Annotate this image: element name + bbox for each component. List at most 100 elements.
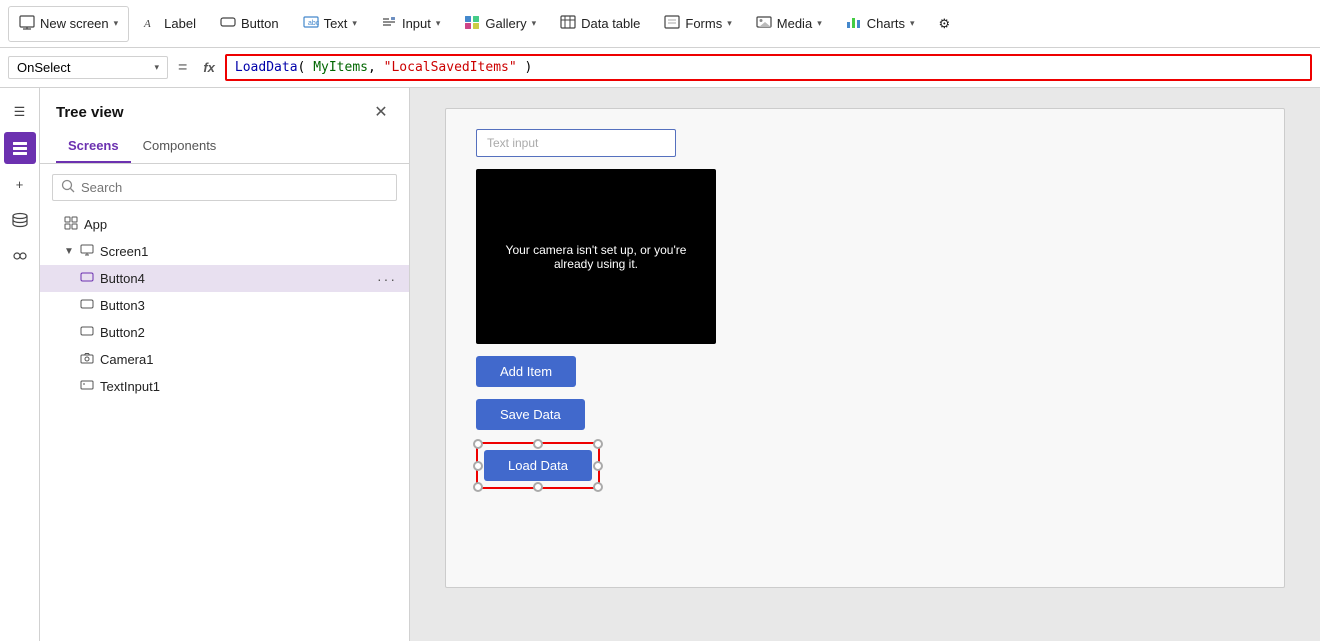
resize-handle-bm[interactable]: [533, 482, 543, 492]
label-button[interactable]: A Label: [133, 6, 206, 42]
search-input[interactable]: [81, 180, 388, 195]
formula-func-name: LoadData: [235, 60, 298, 75]
tree-item-button3[interactable]: Button3: [40, 292, 409, 319]
tree-item-screen1-label: Screen1: [100, 244, 397, 259]
canvas-text-input[interactable]: Text input: [476, 129, 676, 157]
resize-handle-ml[interactable]: [473, 461, 483, 471]
button-icon: [220, 14, 236, 33]
resize-handle-tm[interactable]: [533, 439, 543, 449]
gallery-icon: [464, 14, 480, 33]
forms-button[interactable]: Forms ▾: [654, 6, 741, 42]
canvas-camera-message: Your camera isn't set up, or you're alre…: [476, 243, 716, 271]
resize-handle-mr[interactable]: [593, 461, 603, 471]
input-button[interactable]: Input ▾: [371, 6, 450, 42]
save-data-button[interactable]: Save Data: [476, 399, 585, 430]
tree-search-container: [52, 174, 397, 201]
sidebar-icon-layers[interactable]: [4, 132, 36, 164]
tree-item-button3-label: Button3: [100, 298, 397, 313]
camera-icon: [80, 351, 94, 368]
formula-fx-label: fx: [197, 60, 221, 75]
tree-items: App ▼ Screen1 Button4 ···: [40, 211, 409, 641]
media-chevron: ▾: [817, 18, 822, 29]
data-table-icon: [560, 14, 576, 33]
button-label: Button: [241, 16, 279, 31]
new-screen-label: New screen: [40, 16, 109, 31]
tree-item-textinput1-label: TextInput1: [100, 379, 397, 394]
tree-item-app-label: App: [84, 217, 397, 232]
tree-item-textinput1[interactable]: TextInput1: [40, 373, 409, 400]
toolbar: New screen ▾ A Label Button abc Text ▾ I…: [0, 0, 1320, 48]
text-button[interactable]: abc Text ▾: [293, 6, 367, 42]
tree-item-more-menu[interactable]: ···: [377, 271, 397, 287]
text-chevron: ▾: [352, 18, 357, 29]
app-icon: [64, 216, 78, 233]
svg-text:abc: abc: [308, 20, 319, 27]
text-label: Text: [324, 16, 348, 31]
input-icon: [381, 14, 397, 33]
sidebar-icon-variables[interactable]: [4, 240, 36, 272]
sidebar-icon-add[interactable]: +: [4, 168, 36, 200]
formula-select-chevron: ▾: [154, 62, 159, 73]
media-icon: [756, 14, 772, 33]
gallery-button[interactable]: Gallery ▾: [454, 6, 546, 42]
tree-item-button4[interactable]: Button4 ···: [40, 265, 409, 292]
gallery-label: Gallery: [485, 16, 526, 31]
label-label: Label: [164, 16, 196, 31]
charts-button[interactable]: Charts ▾: [836, 6, 925, 42]
formula-select[interactable]: OnSelect ▾: [8, 56, 168, 79]
textinput-icon: [80, 378, 94, 395]
formula-string: "LocalSavedItems": [384, 60, 517, 75]
formula-bar: OnSelect ▾ = fx LoadData( MyItems, "Loca…: [0, 48, 1320, 88]
tree-close-button[interactable]: ✕: [369, 100, 393, 124]
load-data-button[interactable]: Load Data: [484, 450, 592, 481]
tree-item-app[interactable]: App: [40, 211, 409, 238]
gallery-chevron: ▾: [532, 18, 537, 29]
add-item-button[interactable]: Add Item: [476, 356, 576, 387]
button2-icon: [80, 324, 94, 341]
tree-item-button4-label: Button4: [100, 271, 371, 286]
resize-handle-tr[interactable]: [593, 439, 603, 449]
canvas-camera: Your camera isn't set up, or you're alre…: [476, 169, 716, 344]
resize-handle-tl[interactable]: [473, 439, 483, 449]
charts-chevron: ▾: [910, 18, 915, 29]
tab-screens[interactable]: Screens: [56, 132, 131, 163]
tree-item-camera1-label: Camera1: [100, 352, 397, 367]
charts-icon: [846, 14, 862, 33]
resize-handle-bl[interactable]: [473, 482, 483, 492]
formula-param1: MyItems: [313, 60, 368, 75]
tree-item-button2-label: Button2: [100, 325, 397, 340]
data-table-button[interactable]: Data table: [550, 6, 650, 42]
data-table-label: Data table: [581, 16, 640, 31]
canvas-area: Text input Your camera isn't set up, or …: [410, 88, 1320, 641]
button-button[interactable]: Button: [210, 6, 289, 42]
forms-icon: [664, 14, 680, 33]
tab-components[interactable]: Components: [131, 132, 229, 163]
new-screen-button[interactable]: New screen ▾: [8, 6, 129, 42]
tree-header: Tree view ✕: [40, 88, 409, 132]
sidebar-icon-data[interactable]: [4, 204, 36, 236]
resize-handle-br[interactable]: [593, 482, 603, 492]
sidebar-icon-menu[interactable]: ☰: [4, 96, 36, 128]
button3-icon: [80, 297, 94, 314]
formula-input[interactable]: LoadData( MyItems, "LocalSavedItems" ): [225, 54, 1312, 81]
settings-icon: ⚙: [939, 16, 951, 32]
new-screen-chevron: ▾: [114, 18, 119, 29]
input-chevron: ▾: [436, 18, 441, 29]
media-button[interactable]: Media ▾: [746, 6, 832, 42]
more-button[interactable]: ⚙: [929, 6, 961, 42]
label-icon: A: [143, 14, 159, 33]
tree-item-screen1[interactable]: ▼ Screen1: [40, 238, 409, 265]
charts-label: Charts: [867, 16, 905, 31]
forms-label: Forms: [685, 16, 722, 31]
new-screen-icon: [19, 14, 35, 33]
formula-equals: =: [172, 59, 193, 77]
forms-chevron: ▾: [727, 18, 732, 29]
tree-view-title: Tree view: [56, 104, 124, 121]
tree-item-camera1[interactable]: Camera1: [40, 346, 409, 373]
formula-select-value: OnSelect: [17, 60, 70, 75]
tree-tabs: Screens Components: [40, 132, 409, 164]
chevron-down-icon: ▼: [64, 246, 74, 257]
text-icon: abc: [303, 14, 319, 33]
app-canvas: Text input Your camera isn't set up, or …: [445, 108, 1285, 588]
tree-item-button2[interactable]: Button2: [40, 319, 409, 346]
